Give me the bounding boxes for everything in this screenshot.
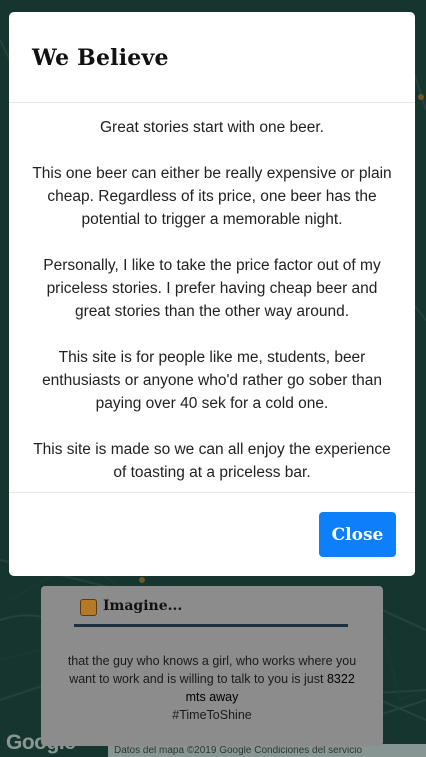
imagine-title: Imagine...	[103, 598, 183, 614]
imagine-divider	[74, 624, 348, 627]
modal-title: We Believe	[32, 45, 169, 71]
imagine-card: Imagine... that the guy who knows a girl…	[41, 586, 383, 746]
close-button[interactable]: Close	[319, 512, 396, 557]
modal-paragraph: This one beer can either be really expen…	[32, 165, 392, 228]
imagine-text: that the guy who knows a girl, who works…	[67, 652, 357, 724]
modal-header: We Believe	[9, 12, 415, 103]
modal-paragraph: Personally, I like to take the price fac…	[43, 257, 381, 320]
we-believe-modal: We Believe Great stories start with one …	[9, 12, 415, 576]
beer-mug-icon	[80, 599, 97, 616]
modal-paragraph: Great stories start with one beer.	[100, 119, 324, 136]
imagine-hashtag: #TimeToShine	[172, 708, 252, 722]
modal-paragraph: This site is for people like me, student…	[42, 349, 382, 412]
imagine-text-main: that the guy who knows a girl, who works…	[67, 654, 357, 686]
modal-body: Great stories start with one beer. This …	[9, 103, 415, 493]
modal-paragraph: This site is made so we can all enjoy th…	[33, 441, 391, 481]
